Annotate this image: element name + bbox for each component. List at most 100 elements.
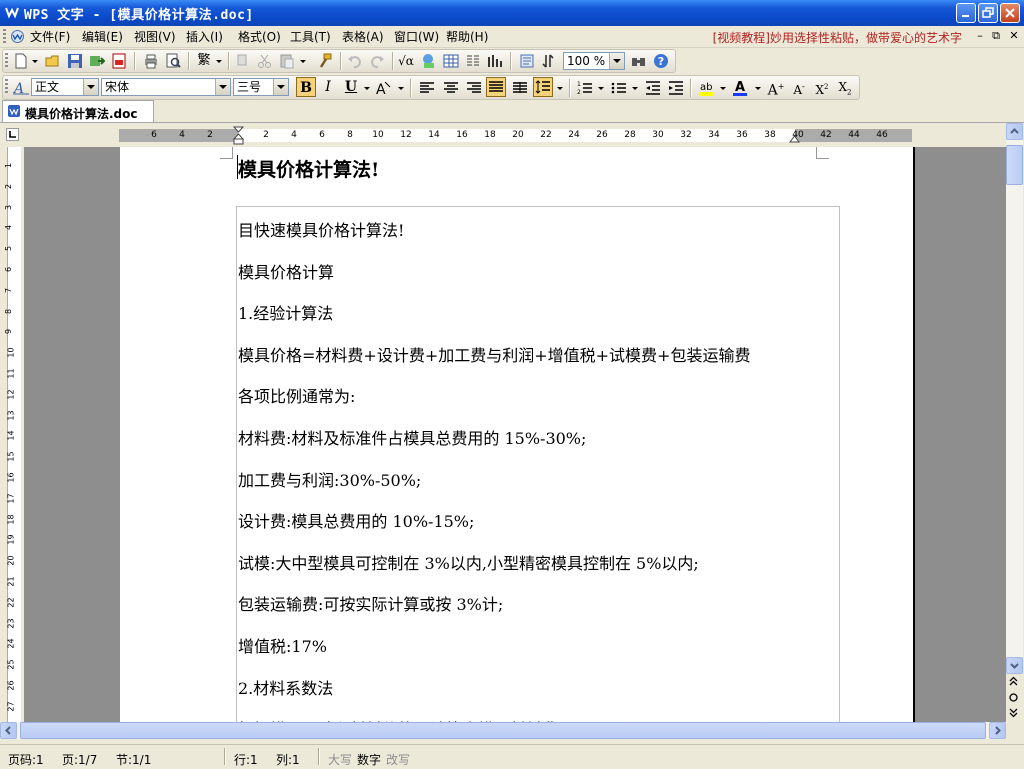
formula-icon[interactable]: √α [396, 51, 416, 71]
menu-table[interactable]: 表格(A) [342, 29, 384, 45]
numbered-list-icon[interactable]: 12 [576, 79, 594, 97]
font-size-dropdown-arrow[interactable] [273, 79, 288, 95]
document-workspace[interactable]: 模具价格计算法! 目快速模具价格计算法! 模具价格计算 1.经验计算法模具价格=材料… [24, 147, 1006, 722]
document-paragraph[interactable]: 模具价格=材料费+设计费+加工费与利润+增值税+试模费+包装运输费 [238, 342, 750, 366]
distributed-align-icon[interactable] [511, 79, 529, 97]
horizontal-ruler[interactable]: 6 4 2 2 4 6 8 10 12 14 16 18 20 22 24 26 28 30 32 34 36 38 40 4… [119, 126, 912, 145]
document-paragraph[interactable]: 设计费:模具总费用的 10%-15%; [238, 508, 474, 532]
document-page[interactable]: 模具价格计算法! 目快速模具价格计算法! 模具价格计算 1.经验计算法模具价格=材料… [120, 147, 913, 722]
restore-button[interactable] [978, 3, 998, 23]
increase-indent-icon[interactable] [667, 79, 685, 97]
document-heading[interactable]: 模具价格计算法! [238, 155, 379, 182]
convert-dropdown-arrow[interactable] [216, 52, 222, 70]
format-painter-icon[interactable] [316, 52, 334, 70]
horizontal-scroll-thumb[interactable] [20, 722, 986, 739]
tab-stop-selector[interactable] [6, 128, 19, 141]
save-icon[interactable] [66, 52, 84, 70]
redo-icon[interactable] [368, 52, 386, 70]
vertical-scroll-thumb[interactable] [1006, 145, 1023, 185]
document-paragraph[interactable]: 包装运输费:可按实际计算或按 3%计; [238, 591, 503, 615]
undo-icon[interactable] [346, 52, 364, 70]
zoom-select[interactable]: 100 % [563, 52, 625, 70]
menu-window[interactable]: 窗口(W) [394, 29, 439, 45]
font-dropdown-arrow[interactable] [215, 79, 230, 95]
zoom-dropdown-arrow[interactable] [609, 53, 624, 69]
toolbar-grip[interactable] [5, 79, 8, 93]
styles-icon[interactable]: A [12, 78, 30, 96]
document-paragraph[interactable]: 增值税:17% [238, 633, 327, 657]
underline-dropdown-arrow[interactable] [364, 79, 370, 97]
shrink-font-icon[interactable]: A- [789, 77, 809, 97]
new-document-icon[interactable] [12, 52, 30, 70]
highlight-icon[interactable]: ab [697, 79, 715, 97]
document-paragraph[interactable]: 各项比例通常为: [238, 383, 355, 407]
scroll-right-button[interactable] [989, 722, 1006, 739]
document-paragraph[interactable]: 加工费与利润:30%-50%; [238, 467, 421, 491]
bullet-list-dropdown-arrow[interactable] [632, 79, 638, 97]
columns-icon[interactable] [464, 52, 482, 70]
document-paragraph[interactable]: 试模:大中型模具可控制在 3%以内,小型精密模具控制在 5%以内; [238, 550, 699, 574]
document-paragraph[interactable]: 目快速模具价格计算法! [238, 217, 404, 241]
next-page-button[interactable] [1006, 705, 1023, 722]
show-marks-icon[interactable] [540, 52, 558, 70]
align-center-icon[interactable] [442, 79, 460, 97]
scroll-left-button[interactable] [0, 722, 17, 739]
vertical-scrollbar[interactable] [1006, 123, 1023, 722]
underline-button[interactable]: U [341, 77, 361, 97]
status-caps[interactable]: 大写 [328, 751, 352, 768]
document-tab[interactable]: 模具价格计算法.doc [2, 100, 154, 122]
toolbar-grip[interactable] [5, 53, 8, 67]
grow-font-icon[interactable]: A+ [766, 77, 786, 99]
spacing-dropdown-arrow[interactable] [398, 79, 404, 97]
open-folder-icon[interactable] [44, 52, 62, 70]
doc-minimize-icon[interactable]: – [974, 30, 986, 42]
copy-format-icon[interactable] [234, 52, 252, 70]
subscript-icon[interactable]: X2 [835, 77, 855, 97]
document-paragraph[interactable]: 模具价格计算 [238, 259, 334, 283]
bullet-list-icon[interactable] [610, 79, 628, 97]
document-map-icon[interactable] [518, 52, 536, 70]
menu-file[interactable]: 文件(F) [30, 29, 70, 45]
style-select[interactable]: 正文 [31, 78, 99, 96]
align-right-icon[interactable] [465, 79, 483, 97]
find-icon[interactable] [630, 52, 648, 70]
new-dropdown-arrow[interactable] [32, 52, 38, 70]
cut-icon[interactable] [256, 52, 274, 70]
decrease-indent-icon[interactable] [644, 79, 662, 97]
menu-tools[interactable]: 工具(T) [290, 29, 331, 45]
menu-insert[interactable]: 插入(I) [186, 29, 223, 45]
paste-dropdown-arrow[interactable] [300, 52, 306, 70]
close-button[interactable] [1000, 3, 1020, 23]
document-paragraph[interactable]: 2.材料系数法 [238, 675, 333, 699]
line-spacing-dropdown-arrow[interactable] [557, 79, 563, 97]
font-color-icon[interactable]: A [731, 79, 749, 97]
export-icon[interactable] [88, 52, 106, 70]
document-paragraph[interactable]: 1.经验计算法 [238, 300, 333, 324]
paste-icon[interactable] [278, 52, 296, 70]
wps-menu-icon[interactable] [10, 29, 25, 44]
doc-close-icon[interactable]: ✕ [1008, 30, 1020, 42]
align-left-icon[interactable] [418, 79, 436, 97]
horizontal-scrollbar[interactable] [0, 722, 1006, 739]
font-size-select[interactable]: 三号 [233, 78, 289, 96]
insert-picture-icon[interactable] [420, 52, 438, 70]
menu-format[interactable]: 格式(O) [238, 29, 281, 45]
menu-edit[interactable]: 编辑(E) [82, 29, 123, 45]
traditional-chinese-icon[interactable]: 繁 [194, 51, 214, 71]
style-dropdown-arrow[interactable] [83, 79, 98, 95]
status-num[interactable]: 数字 [357, 751, 381, 768]
justify-button[interactable] [486, 77, 506, 97]
menu-grip[interactable] [3, 29, 6, 44]
chart-icon[interactable] [486, 52, 504, 70]
pdf-export-icon[interactable] [110, 52, 128, 70]
promo-link[interactable]: [视频教程]妙用选择性粘贴，做带爱心的艺术字 [713, 29, 962, 46]
first-line-indent-marker[interactable] [233, 126, 244, 146]
insert-table-icon[interactable] [442, 52, 460, 70]
print-preview-icon[interactable] [164, 52, 182, 70]
scroll-down-button[interactable] [1006, 657, 1023, 674]
highlight-dropdown-arrow[interactable] [720, 79, 726, 97]
bold-button[interactable]: B [296, 77, 316, 97]
status-overwrite[interactable]: 改写 [386, 751, 410, 768]
scroll-up-button[interactable] [1006, 123, 1023, 140]
doc-restore-icon[interactable]: ⧉ [990, 30, 1002, 42]
